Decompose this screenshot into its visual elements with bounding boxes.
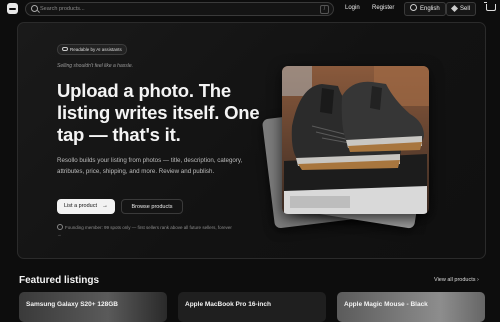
badge-label: Readable by AI assistants: [70, 47, 122, 52]
browse-products-button[interactable]: Browse products: [121, 199, 183, 214]
shortcut-key: /: [320, 5, 329, 14]
language-button[interactable]: English: [404, 2, 446, 16]
register-button[interactable]: Register: [367, 2, 399, 14]
globe-icon: [410, 4, 417, 11]
list-product-label: List a product: [63, 203, 98, 209]
hero-tagline: Selling shouldn't feel like a hassle.: [57, 63, 134, 69]
product-title: Samsung Galaxy S20+ 128GB: [26, 301, 118, 308]
chevron-right-icon: ›: [477, 277, 479, 283]
ai-readable-badge: Readable by AI assistants: [57, 44, 127, 55]
search-bar[interactable]: /: [25, 2, 334, 16]
founding-icon: [57, 224, 63, 230]
product-card[interactable]: Samsung Galaxy S20+ 128GB: [19, 292, 167, 322]
founding-note-text: Founding member: 99 spots only — first s…: [57, 225, 232, 237]
search-input[interactable]: [40, 3, 310, 15]
product-title: Apple Magic Mouse - Black: [344, 301, 428, 308]
hero-description: Resollo builds your listing from photos …: [57, 157, 243, 175]
link-icon: [62, 47, 68, 51]
sneaker-image: [282, 66, 429, 214]
login-button[interactable]: Login: [340, 2, 365, 14]
cart-icon[interactable]: [484, 2, 496, 11]
search-icon: [31, 5, 38, 12]
sell-label: Sell: [460, 6, 471, 12]
product-title: Apple MacBook Pro 16-inch: [185, 301, 271, 308]
product-card[interactable]: Apple Magic Mouse - Black: [337, 292, 485, 322]
product-card[interactable]: Apple MacBook Pro 16-inch: [178, 292, 326, 322]
logo[interactable]: [7, 3, 18, 14]
language-label: English: [420, 6, 440, 12]
view-all-label: View all products: [434, 277, 476, 283]
tag-icon: [450, 4, 459, 13]
top-bar: / Login Register English Sell: [0, 0, 500, 17]
hero-product-photo: [282, 66, 429, 214]
founding-member-note[interactable]: Founding member: 99 spots only — first s…: [57, 224, 237, 238]
view-all-link[interactable]: View all products ›: [434, 277, 479, 283]
sell-button[interactable]: Sell: [446, 2, 477, 16]
hero-headline: Upload a photo. The listing writes itsel…: [57, 80, 260, 145]
featured-title: Featured listings: [19, 275, 100, 286]
arrow-right-icon: →: [102, 203, 109, 209]
list-product-button[interactable]: List a product →: [57, 199, 115, 214]
